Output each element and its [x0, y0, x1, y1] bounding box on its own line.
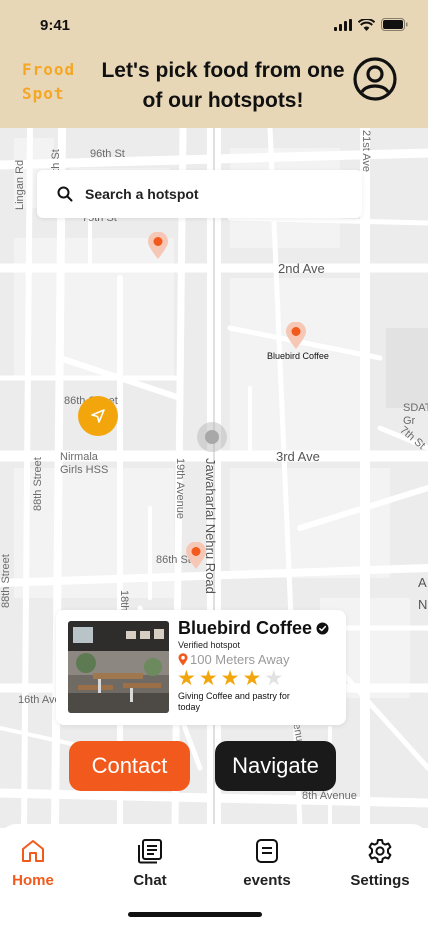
gear-icon — [368, 839, 392, 863]
chat-icon — [138, 839, 162, 864]
map-pin-bluebird-icon[interactable] — [285, 322, 307, 350]
status-bar: 9:41 — [0, 0, 428, 54]
home-indicator — [128, 912, 262, 917]
street-label-16th-ave: 16th Ave — [18, 694, 61, 706]
distance-text: 100 Meters Away — [190, 652, 290, 667]
signal-icon — [334, 18, 352, 31]
home-icon — [22, 840, 44, 862]
street-label-19th-ave: 19th Avenue — [174, 458, 186, 519]
search-bar[interactable]: Search a hotspot — [37, 170, 362, 218]
star-icon: ★ — [177, 667, 196, 690]
user-circle-icon — [353, 57, 397, 101]
wifi-icon — [358, 18, 375, 31]
status-icons — [334, 18, 408, 31]
current-location-dot — [197, 422, 227, 452]
map-pin-label: Bluebird Coffee — [267, 351, 329, 361]
logo-line-2: Spot — [22, 84, 65, 103]
page-headline: Let's pick food from one of our hotspots… — [101, 59, 345, 112]
tab-home[interactable]: Home — [0, 838, 78, 889]
hotspot-name: Bluebird Coffee — [178, 618, 313, 638]
location-pin-icon — [178, 653, 188, 666]
navigation-arrow-icon — [91, 409, 105, 423]
events-icon — [256, 839, 278, 863]
street-label-nehru-road: Jawaharlal Nehru Road — [203, 458, 218, 594]
star-empty-icon: ★ — [264, 667, 284, 690]
search-icon — [57, 186, 73, 202]
street-label-88th-left: 88th Street — [0, 554, 12, 608]
navigate-button[interactable]: Navigate — [215, 741, 336, 791]
street-label-sdat: SDAT Gr — [403, 402, 428, 427]
logo-line-1: Frood — [22, 60, 76, 79]
profile-button[interactable] — [352, 56, 398, 102]
tab-chat[interactable]: Chat — [105, 838, 195, 889]
street-label-an: A N — [418, 575, 428, 612]
app-logo: Frood Spot — [22, 58, 92, 108]
recenter-button[interactable] — [78, 396, 118, 436]
tab-settings[interactable]: Settings — [335, 838, 425, 889]
map-pin-icon[interactable] — [185, 542, 207, 570]
tab-chat-label: Chat — [133, 872, 167, 889]
hotspot-title: Bluebird Coffee — [178, 618, 329, 639]
street-label-21st-ave: 21st Ave — [360, 130, 372, 172]
street-label-88th: 88th Street — [32, 457, 44, 511]
street-label-nirmala: Nirmala Girls HSS — [60, 451, 109, 476]
verified-badge-icon — [316, 622, 329, 635]
street-label-96th: 96th St — [90, 148, 125, 160]
battery-icon — [381, 18, 408, 31]
star-icon: ★ — [220, 667, 240, 690]
star-icon: ★ — [242, 667, 262, 690]
status-time: 9:41 — [40, 17, 71, 34]
street-label-2nd-ave: 2nd Ave — [278, 261, 325, 276]
header: 9:41 Frood Spot Let's pick food from one… — [0, 0, 428, 128]
tab-events[interactable]: events — [222, 838, 312, 889]
bottom-tab-bar: Home Chat events Settings — [0, 824, 428, 926]
hotspot-distance: 100 Meters Away — [178, 652, 289, 667]
hotspot-description: Giving Coffee and pastry for today — [178, 691, 290, 712]
contact-button[interactable]: Contact — [69, 741, 190, 791]
star-icon: ★ — [198, 667, 218, 690]
tab-home-label: Home — [12, 872, 54, 889]
star-rating: ★ ★ ★ ★ ★ — [177, 668, 283, 690]
hotspot-card[interactable]: Bluebird Coffee Verified hotspot 100 Met… — [56, 610, 346, 725]
street-label-3rd-ave: 3rd Ave — [276, 449, 320, 464]
street-label-8th-ave: 8th Avenue — [302, 790, 357, 802]
tab-settings-label: Settings — [350, 872, 410, 889]
search-input[interactable]: Search a hotspot — [85, 186, 199, 202]
verified-label: Verified hotspot — [178, 640, 241, 650]
hotspot-photo — [68, 621, 169, 713]
street-label-lingan: Lingan Rd — [14, 159, 26, 210]
tab-events-label: events — [243, 872, 291, 889]
street-label-18th: 18th — [118, 590, 130, 612]
map-pin-icon[interactable] — [147, 232, 169, 260]
